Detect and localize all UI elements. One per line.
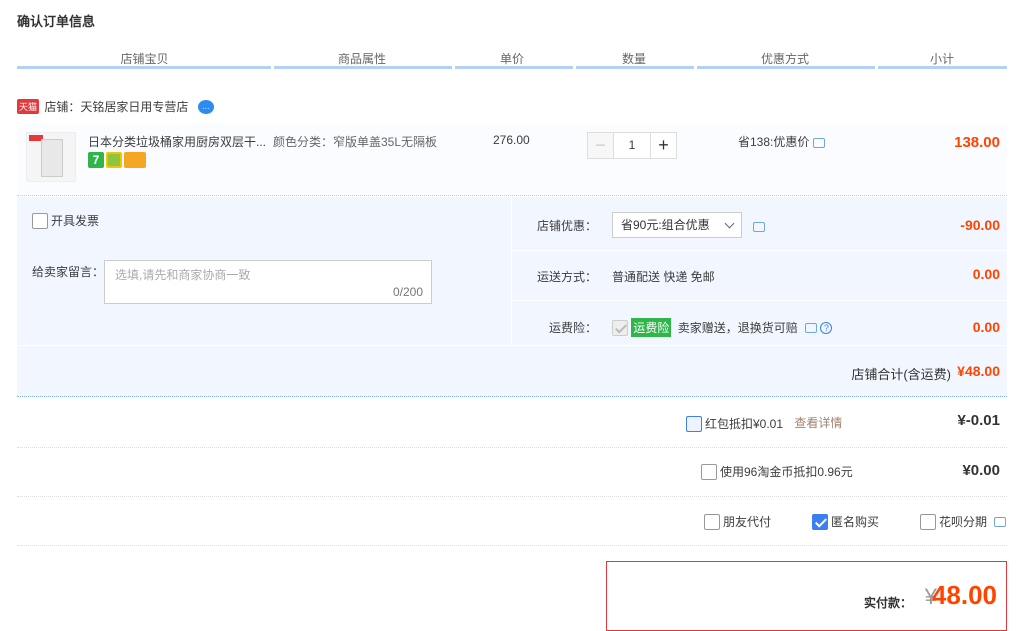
friend-pay-label: 朋友代付 <box>723 515 772 529</box>
col-header-price: 单价 <box>499 52 524 66</box>
red-packet-label: 红包抵扣¥0.01 <box>705 417 784 432</box>
row-divider <box>17 447 1007 448</box>
tmall-badge: 天猫 <box>17 99 40 114</box>
header-underline <box>455 66 573 69</box>
header-underline <box>274 66 452 69</box>
shipping-amount: 0.00 <box>972 266 1000 282</box>
comment-icon[interactable] <box>813 137 826 148</box>
huabei-label: 花呗分期 <box>939 515 988 529</box>
shop-discount-value: 省90元:组合优惠 <box>621 218 710 232</box>
item-attribute: 颜色分类：窄版单盖35L无隔板 <box>273 135 438 149</box>
insurance-option: 运费险 卖家赠送，退换货可赔 ? <box>612 318 833 337</box>
red-packet-option[interactable]: 红包抵扣¥0.01 查看详情 <box>686 414 842 432</box>
header-underline <box>17 66 271 69</box>
invoice-label: 开具发票 <box>51 214 100 228</box>
qty-minus-button[interactable]: − <box>587 132 614 159</box>
page-title: 确认订单信息 <box>17 14 96 29</box>
insurance-amount: 0.00 <box>972 319 1000 335</box>
col-header-item: 店铺宝贝 <box>120 52 169 66</box>
header-underline <box>878 66 1007 69</box>
quantity-stepper: −1 + <box>587 132 677 159</box>
coins-label: 使用96淘金币抵扣0.96元 <box>720 465 853 479</box>
payment-label: 实付款： <box>863 596 912 610</box>
qty-plus-button[interactable]: + <box>650 132 677 159</box>
wangwang-chat-icon[interactable]: … <box>197 99 214 114</box>
service-badges: 7 <box>88 152 148 168</box>
help-icon[interactable]: ? <box>820 321 833 334</box>
item-title-link[interactable]: 日本分类垃圾桶家用厨房双层干... <box>88 133 268 150</box>
memo-label: 给卖家留言： <box>32 265 105 279</box>
memo-char-count: 0/200 <box>392 285 423 299</box>
shop-total-amount: ¥48.00 <box>957 363 1000 379</box>
item-subtotal: 138.00 <box>954 134 1000 151</box>
friend-pay-option[interactable]: 朋友代付 <box>704 513 771 530</box>
red-packet-checkbox[interactable] <box>686 415 702 432</box>
friend-pay-checkbox[interactable] <box>704 513 720 530</box>
memo-placeholder: 选填,请先和商家协商一致 <box>115 268 251 282</box>
promo-text: 省138:优惠价 <box>738 135 810 149</box>
huabei-option[interactable]: 花呗分期 <box>920 513 1007 530</box>
shop-row: 天猫 店铺：天铭居家日用专营店 … <box>17 98 214 115</box>
invoice-checkbox[interactable] <box>32 212 48 229</box>
insurance-label: 运费险： <box>549 321 598 335</box>
shipping-label: 运送方式： <box>537 270 598 284</box>
insurance-text: 卖家赠送，退换货可赔 <box>677 321 798 335</box>
item-thumbnail[interactable] <box>26 132 76 182</box>
col-header-subtotal: 小计 <box>929 52 954 66</box>
payment-amount: 48.00 <box>931 580 997 610</box>
item-unit-price: 276.00 <box>493 133 530 147</box>
credit-card-icon <box>124 152 146 168</box>
anonymous-option[interactable]: 匿名购买 <box>812 513 879 530</box>
coins-amount: ¥0.00 <box>962 462 1000 479</box>
red-packet-amount: ¥-0.01 <box>957 412 1000 429</box>
seven-day-return-icon: 7 <box>88 152 104 168</box>
insurance-checkbox <box>612 319 628 336</box>
shop-discount-label: 店铺优惠： <box>537 219 598 233</box>
guarantee-icon <box>106 152 122 168</box>
row-divider <box>17 545 1007 546</box>
header-underline <box>697 66 875 69</box>
comment-icon[interactable] <box>805 322 818 333</box>
invoice-option[interactable]: 开具发票 <box>32 212 99 229</box>
panel-divider <box>511 197 512 345</box>
panel-divider <box>511 250 1007 251</box>
col-header-qty: 数量 <box>621 52 646 66</box>
col-header-promo: 优惠方式 <box>760 52 809 66</box>
panel-divider <box>511 300 1007 301</box>
memo-textarea[interactable]: 选填,请先和商家协商一致 0/200 <box>104 260 432 304</box>
shop-name-link[interactable]: 店铺：天铭居家日用专营店 <box>44 100 188 114</box>
qty-input[interactable]: 1 <box>614 132 650 159</box>
shop-discount-amount: -90.00 <box>960 217 1000 233</box>
shipping-value: 普通配送 快递 免邮 <box>612 270 715 284</box>
coins-checkbox[interactable] <box>701 463 717 480</box>
item-promo: 省138:优惠价 <box>738 133 826 150</box>
shop-total-label: 店铺合计(含运费) <box>851 367 951 382</box>
anonymous-checkbox[interactable] <box>812 513 828 530</box>
header-underline <box>576 66 694 69</box>
col-header-attr: 商品属性 <box>337 52 386 66</box>
coins-option[interactable]: 使用96淘金币抵扣0.96元 <box>701 463 853 480</box>
row-divider <box>17 496 1007 497</box>
anonymous-label: 匿名购买 <box>831 515 880 529</box>
insurance-tag: 运费险 <box>631 318 672 337</box>
panel-divider <box>17 345 1007 346</box>
red-packet-details-link[interactable]: 查看详情 <box>794 416 842 430</box>
huabei-checkbox[interactable] <box>920 513 936 530</box>
chevron-down-icon <box>724 218 735 229</box>
shop-discount-select[interactable]: 省90元:组合优惠 <box>612 212 742 238</box>
trash-bin-image-icon <box>41 139 63 177</box>
comment-icon[interactable] <box>753 221 765 232</box>
comment-icon[interactable] <box>994 516 1007 527</box>
